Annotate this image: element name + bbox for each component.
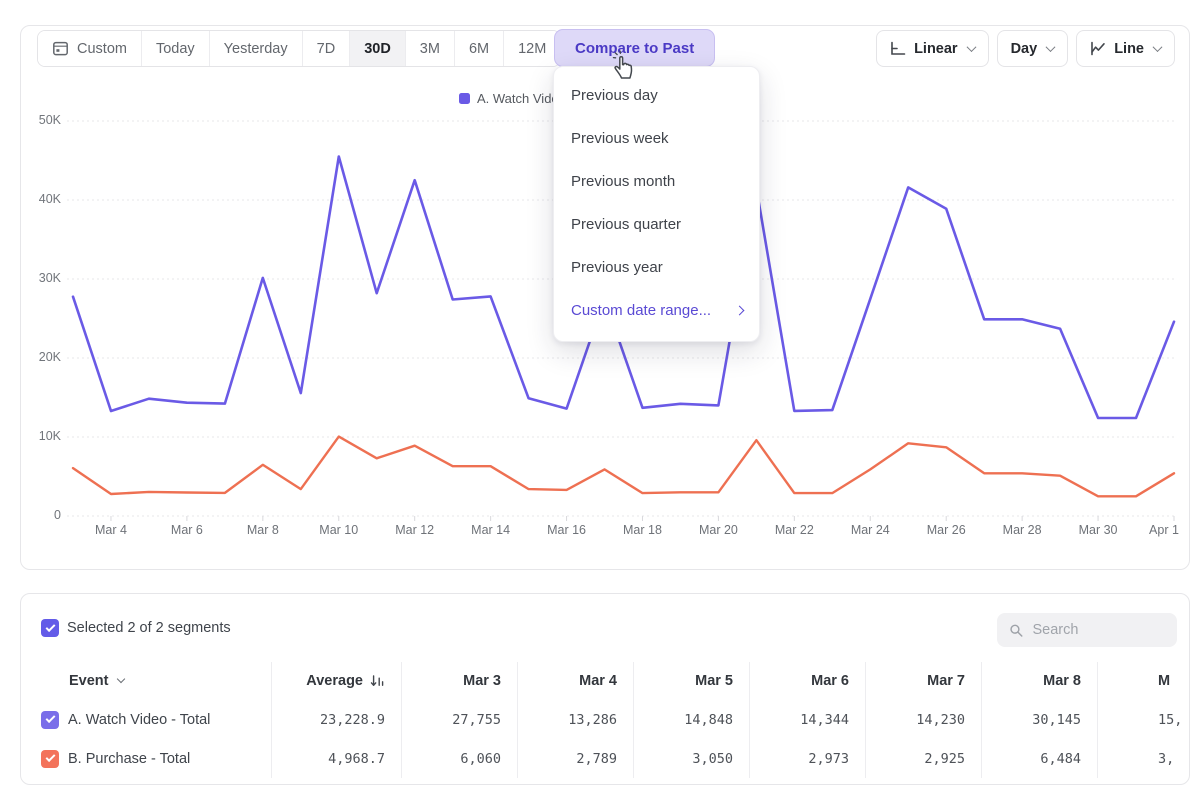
table-row-watch-video[interactable]: A. Watch Video - Total 23,228.927,75513,2…: [21, 700, 1189, 739]
series-line-b-purchase: [73, 437, 1174, 497]
column-header-label: Mar 8: [1043, 673, 1081, 689]
checkmark-icon: [45, 622, 55, 632]
search-box: [997, 613, 1177, 647]
table-cell-value: 27,755: [401, 700, 517, 739]
row-label: B. Purchase - Total: [68, 751, 190, 767]
search-input[interactable]: [1032, 622, 1167, 638]
search-icon: [1009, 622, 1023, 639]
menu-item-previous-week[interactable]: Previous week: [554, 117, 759, 160]
table-row-purchase[interactable]: B. Purchase - Total 4,968.76,0602,7893,05…: [21, 739, 1189, 778]
table-cell-value: 2,925: [865, 739, 981, 778]
x-axis-label: Mar 8: [247, 523, 279, 537]
column-header-label: Average: [306, 673, 363, 689]
table-cell-value: 30,145: [981, 700, 1097, 739]
compare-to-past-menu: Previous dayPrevious weekPrevious monthP…: [553, 66, 760, 342]
row-checkbox[interactable]: [41, 711, 59, 729]
table-cell-value: 6,060: [401, 739, 517, 778]
checkmark-icon: [45, 752, 55, 762]
y-axis-label: 30K: [23, 271, 61, 285]
table-cell-value: 2,789: [517, 739, 633, 778]
x-axis-label: Mar 6: [171, 523, 203, 537]
column-header-event[interactable]: Event: [21, 662, 271, 700]
x-axis-label: Mar 4: [95, 523, 127, 537]
y-axis-label: 40K: [23, 192, 61, 206]
row-checkbox[interactable]: [41, 750, 59, 768]
selected-segments-label: Selected 2 of 2 segments: [67, 619, 231, 637]
menu-item-previous-month[interactable]: Previous month: [554, 160, 759, 203]
y-axis-label: 20K: [23, 350, 61, 364]
x-axis-label: Mar 10: [319, 523, 358, 537]
table-cell-clipped: 3,: [1097, 739, 1189, 778]
menu-item-custom-date-range[interactable]: Custom date range...: [554, 289, 759, 332]
column-header-mar-5[interactable]: Mar 5: [633, 662, 749, 700]
y-axis-label: 10K: [23, 429, 61, 443]
select-all-segments-checkbox[interactable]: [41, 619, 59, 637]
column-header-label: Mar 3: [463, 673, 501, 689]
legend-swatch: [459, 93, 470, 104]
table-cell-value: 23,228.9: [271, 700, 401, 739]
table-cell-value: 14,344: [749, 700, 865, 739]
row-label: A. Watch Video - Total: [68, 712, 210, 728]
y-axis-label: 0: [23, 508, 61, 522]
column-header-label: Mar 6: [811, 673, 849, 689]
x-axis-label: Apr 1: [1149, 523, 1179, 537]
column-header-mar-4[interactable]: Mar 4: [517, 662, 633, 700]
column-header-mar-3[interactable]: Mar 3: [401, 662, 517, 700]
x-axis-label: Mar 22: [775, 523, 814, 537]
legend-item[interactable]: A. Watch Video: [459, 91, 566, 106]
column-header-average[interactable]: Average: [271, 662, 401, 700]
column-header-mar-8[interactable]: Mar 8: [981, 662, 1097, 700]
table-cell-clipped: 15,: [1097, 700, 1189, 739]
table-cell-value: 2,973: [749, 739, 865, 778]
column-header-label: Event: [69, 673, 109, 689]
checkmark-icon: [45, 713, 55, 723]
table-cell-value: 14,848: [633, 700, 749, 739]
x-axis-label: Mar 28: [1003, 523, 1042, 537]
column-header-mar-7[interactable]: Mar 7: [865, 662, 981, 700]
table-cell-value: 6,484: [981, 739, 1097, 778]
x-axis-label: Mar 30: [1079, 523, 1118, 537]
table-cell-value: 14,230: [865, 700, 981, 739]
table-header-row: Event Average Mar 3 Mar 4 Mar 5 Mar 6 Mar 7 Mar…: [21, 662, 1189, 700]
x-axis-label: Mar 24: [851, 523, 890, 537]
chevron-right-icon: [735, 306, 745, 316]
table-cell-value: 13,286: [517, 700, 633, 739]
x-axis-label: Mar 26: [927, 523, 966, 537]
x-axis-label: Mar 14: [471, 523, 510, 537]
x-axis-label: Mar 12: [395, 523, 434, 537]
table-cell-value: 4,968.7: [271, 739, 401, 778]
x-axis-label: Mar 18: [623, 523, 662, 537]
menu-item-previous-day[interactable]: Previous day: [554, 74, 759, 117]
y-axis-label: 50K: [23, 113, 61, 127]
custom-date-range-label: Custom date range...: [571, 302, 711, 319]
x-axis-label: Mar 16: [547, 523, 586, 537]
column-header-mar-6[interactable]: Mar 6: [749, 662, 865, 700]
column-header-label: Mar 5: [695, 673, 733, 689]
column-header-clipped: M: [1097, 662, 1189, 700]
table-cell-value: 3,050: [633, 739, 749, 778]
x-axis-label: Mar 20: [699, 523, 738, 537]
column-header-label: Mar 7: [927, 673, 965, 689]
segments-table-card: Selected 2 of 2 segments Event Average Mar…: [20, 593, 1190, 785]
chevron-down-icon: [116, 675, 124, 683]
sort-descending-icon: [370, 674, 385, 688]
menu-item-previous-quarter[interactable]: Previous quarter: [554, 203, 759, 246]
column-header-label: Mar 4: [579, 673, 617, 689]
menu-item-previous-year[interactable]: Previous year: [554, 246, 759, 289]
segments-table: Event Average Mar 3 Mar 4 Mar 5 Mar 6 Mar 7 Mar…: [21, 662, 1189, 778]
